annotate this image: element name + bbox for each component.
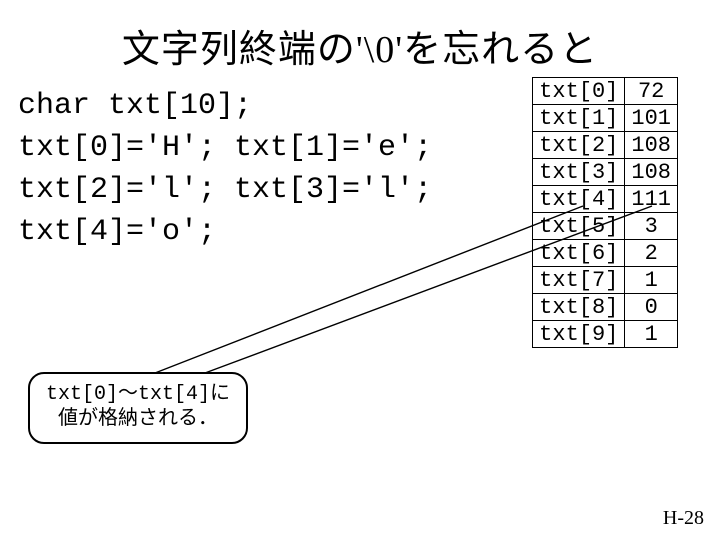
callout-box: txt[0]～txt[4]に 値が格納される． — [28, 372, 248, 444]
cell-value: 101 — [625, 105, 678, 132]
table-row: txt[8]0 — [533, 294, 678, 321]
cell-label: txt[4] — [533, 186, 625, 213]
cell-value: 108 — [625, 159, 678, 186]
table-row: txt[9]1 — [533, 321, 678, 348]
code-line: char txt[10]; — [18, 85, 458, 127]
cell-value: 1 — [625, 321, 678, 348]
code-line: txt[4]='o'; — [18, 211, 458, 253]
cell-label: txt[6] — [533, 240, 625, 267]
cell-value: 108 — [625, 132, 678, 159]
cell-value: 0 — [625, 294, 678, 321]
table-row: txt[2]108 — [533, 132, 678, 159]
slide-title: 文字列終端の'\0'を忘れると — [0, 0, 720, 85]
cell-label: txt[0] — [533, 78, 625, 105]
page-number: H-28 — [663, 507, 704, 530]
cell-label: txt[7] — [533, 267, 625, 294]
cell-value: 3 — [625, 213, 678, 240]
cell-label: txt[9] — [533, 321, 625, 348]
callout-line: txt[0]～txt[4]に — [46, 382, 230, 407]
cell-value: 111 — [625, 186, 678, 213]
memory-table: txt[0]72 txt[1]101 txt[2]108 txt[3]108 t… — [532, 77, 678, 348]
table-row: txt[0]72 — [533, 78, 678, 105]
table-row: txt[6]2 — [533, 240, 678, 267]
code-block: char txt[10]; txt[0]='H'; txt[1]='e'; tx… — [18, 85, 458, 253]
code-line: txt[0]='H'; txt[1]='e'; — [18, 127, 458, 169]
table-row: txt[1]101 — [533, 105, 678, 132]
table-row: txt[5]3 — [533, 213, 678, 240]
cell-label: txt[8] — [533, 294, 625, 321]
table-row: txt[4]111 — [533, 186, 678, 213]
table-row: txt[7]1 — [533, 267, 678, 294]
table-row: txt[3]108 — [533, 159, 678, 186]
code-line: txt[2]='l'; txt[3]='l'; — [18, 169, 458, 211]
callout-line: 値が格納される． — [46, 407, 230, 432]
cell-label: txt[1] — [533, 105, 625, 132]
cell-label: txt[5] — [533, 213, 625, 240]
cell-value: 2 — [625, 240, 678, 267]
cell-label: txt[3] — [533, 159, 625, 186]
cell-label: txt[2] — [533, 132, 625, 159]
cell-value: 1 — [625, 267, 678, 294]
cell-value: 72 — [625, 78, 678, 105]
content-area: char txt[10]; txt[0]='H'; txt[1]='e'; tx… — [0, 85, 720, 253]
